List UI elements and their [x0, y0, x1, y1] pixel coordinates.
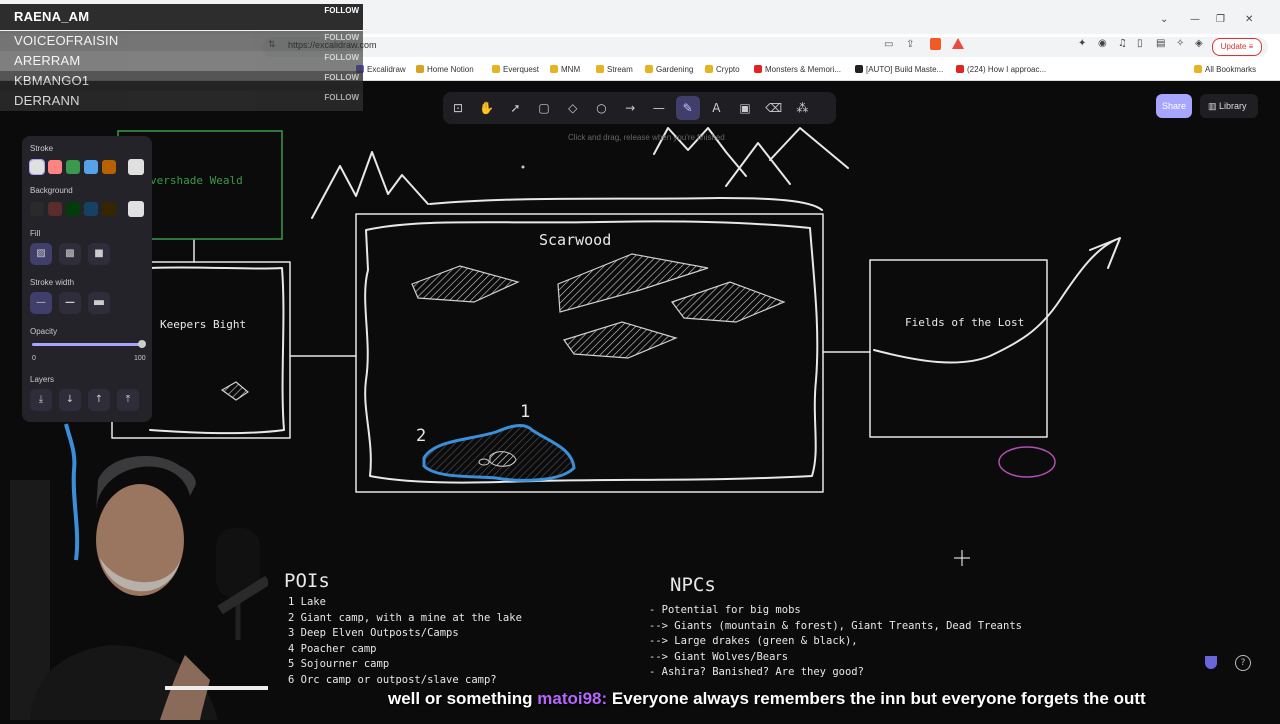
- fields-of-the-lost-label[interactable]: Fields of the Lost: [905, 316, 1024, 329]
- stroke-color-swatch[interactable]: [84, 160, 98, 174]
- hand-icon[interactable]: ✋: [475, 96, 499, 120]
- stroke-color-swatch[interactable]: [66, 160, 80, 174]
- forest-patch: [671, 281, 786, 323]
- stroke-color-swatch[interactable]: [29, 159, 45, 175]
- send-backward-icon[interactable]: ↓: [59, 389, 81, 411]
- npc-list[interactable]: - Potential for big mobs --> Giants (moun…: [649, 604, 1022, 682]
- background-color-swatch[interactable]: [48, 202, 62, 216]
- eraser-icon[interactable]: ⌫: [762, 96, 786, 120]
- mountain-sketch: [725, 127, 849, 187]
- npc-title[interactable]: NPCs: [670, 574, 716, 596]
- mountain-sketch: [311, 151, 429, 219]
- keepers-bight-label[interactable]: Keepers Bight: [160, 318, 246, 331]
- opacity-max: 100: [134, 355, 146, 362]
- stroke-width-bold-button[interactable]: —: [59, 292, 81, 314]
- image-icon[interactable]: ▣: [733, 96, 757, 120]
- marker-1[interactable]: 1: [520, 402, 530, 422]
- fill-crosshatch-button[interactable]: ▩: [59, 243, 81, 265]
- stroke-label: Stroke: [30, 144, 54, 153]
- shapes-icon[interactable]: ⁂: [790, 96, 814, 120]
- opacity-min: 0: [32, 355, 36, 362]
- layers-label: Layers: [30, 375, 55, 384]
- keepers-inner-border: [149, 266, 285, 435]
- opacity-label: Opacity: [30, 327, 58, 336]
- fill-hachure-button[interactable]: ▨: [30, 243, 52, 265]
- diamond-icon[interactable]: ◇: [561, 96, 585, 120]
- webcam-feed: [10, 440, 278, 720]
- fields-of-the-lost-box: [869, 259, 1048, 438]
- line-icon[interactable]: —: [647, 96, 671, 120]
- poi-item[interactable]: 1 Lake: [288, 596, 522, 612]
- evershade-weald-label[interactable]: vershade Weald: [150, 174, 243, 187]
- help-icon[interactable]: ?: [1235, 655, 1251, 671]
- stroke-color-swatch[interactable]: [48, 160, 62, 174]
- opacity-slider-thumb[interactable]: [138, 340, 146, 348]
- forest-patch: [411, 265, 520, 303]
- background-color-swatch[interactable]: [84, 202, 98, 216]
- tool-hint: Click and drag, release when you're fini…: [568, 133, 725, 142]
- poi-item[interactable]: 4 Poacher camp: [288, 643, 522, 659]
- stroke-current-color[interactable]: [128, 159, 144, 175]
- library-button[interactable]: ▥ Library: [1200, 94, 1258, 118]
- subtitle-prefix: well or something: [388, 689, 533, 708]
- fill-solid-button[interactable]: ■: [88, 243, 110, 265]
- subtitle-username: matoi98:: [537, 689, 608, 708]
- stroke-color-swatch[interactable]: [102, 160, 116, 174]
- stroke-width-thin-button[interactable]: —: [30, 292, 52, 314]
- unnamed-ellipse: [998, 446, 1056, 478]
- rectangle-icon[interactable]: ▢: [532, 96, 556, 120]
- stroke-width-extra-bold-button[interactable]: ▬: [88, 292, 110, 314]
- poi-item[interactable]: 5 Sojourner camp: [288, 658, 522, 674]
- poi-item[interactable]: 2 Giant camp, with a mine at the lake: [288, 612, 522, 628]
- bring-forward-icon[interactable]: ↑: [88, 389, 110, 411]
- ellipse-icon[interactable]: ○: [590, 96, 614, 120]
- background-color-swatch[interactable]: [102, 202, 116, 216]
- poi-list[interactable]: 1 Lake 2 Giant camp, with a mine at the l…: [288, 596, 522, 689]
- arrow-icon[interactable]: →: [618, 96, 642, 120]
- text-icon[interactable]: A: [704, 96, 728, 120]
- background-current-color[interactable]: [128, 201, 144, 217]
- shield-icon[interactable]: [1205, 656, 1217, 669]
- stray-dot: [521, 165, 525, 169]
- npc-item[interactable]: --> Large drakes (green & black),: [649, 635, 1022, 651]
- subtitle-message: Everyone always remembers the inn but ev…: [611, 689, 1146, 708]
- npc-item[interactable]: - Potential for big mobs: [649, 604, 1022, 620]
- npc-item[interactable]: --> Giant Wolves/Bears: [649, 651, 1022, 667]
- marker-2[interactable]: 2: [416, 426, 426, 446]
- road-arrow-head: [1089, 237, 1121, 269]
- forest-patch: [220, 381, 250, 401]
- border-squiggle: [429, 197, 823, 211]
- stroke-width-label: Stroke width: [30, 278, 75, 287]
- share-button[interactable]: Share: [1156, 94, 1192, 118]
- forest-patch: [563, 321, 678, 359]
- book-icon: ▥: [1208, 101, 1217, 111]
- background-color-swatch[interactable]: [66, 202, 80, 216]
- road-arrow: [873, 239, 1116, 364]
- streamer-silhouette: [10, 455, 278, 720]
- crosshair-cursor-icon: [954, 550, 970, 566]
- poi-title[interactable]: POIs: [284, 570, 330, 592]
- fill-label: Fill: [30, 229, 41, 238]
- send-to-back-icon[interactable]: ⤓: [30, 389, 52, 411]
- npc-item[interactable]: --> Giants (mountain & forest), Giant Tr…: [649, 620, 1022, 636]
- bring-to-front-icon[interactable]: ⤒: [117, 389, 139, 411]
- pencil-icon[interactable]: ✎: [675, 96, 700, 120]
- select-icon[interactable]: ➚: [503, 96, 527, 120]
- chat-subtitle: well or something matoi98: Everyone alwa…: [388, 689, 1146, 709]
- opacity-slider[interactable]: [32, 343, 144, 346]
- lock-icon[interactable]: ⊡: [446, 96, 470, 120]
- background-color-swatch[interactable]: [30, 202, 44, 216]
- npc-item[interactable]: - Ashira? Banished? Are they good?: [649, 666, 1022, 682]
- poi-item[interactable]: 3 Deep Elven Outposts/Camps: [288, 627, 522, 643]
- scarwood-label[interactable]: Scarwood: [539, 231, 611, 249]
- poi-item[interactable]: 6 Orc camp or outpost/slave camp?: [288, 674, 522, 690]
- background-label: Background: [30, 186, 73, 195]
